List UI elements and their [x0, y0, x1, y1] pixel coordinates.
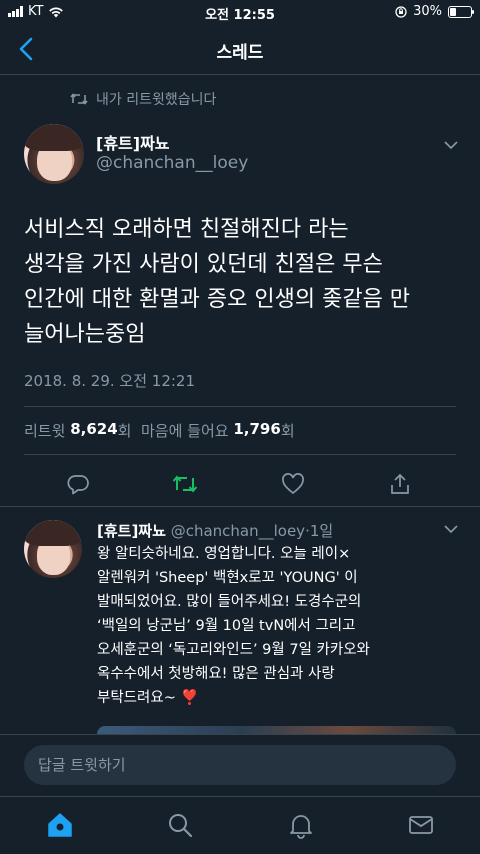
battery-icon — [448, 5, 474, 18]
retweet-icon — [172, 475, 198, 493]
notifications-icon[interactable] — [287, 811, 315, 839]
reply-text: 왕 알티슷하네요. 영업합니다. 오늘 레이× 알렌워커 'Sheep' 백현x… — [97, 542, 460, 710]
reply-text-line: 왕 알티슷하네요. 영업합니다. 오늘 레이× — [97, 546, 351, 562]
tweet-text: 서비스직 오래하면 친절해진다 라는 생각을 가진 사람이 있던데 친절은 무슨… — [24, 212, 460, 352]
reply-text-line: ‘백일의 낭군님’ 9월 10일 tvN에서 그리고 — [97, 618, 356, 634]
tab-bar — [0, 796, 480, 854]
reply-avatar[interactable] — [24, 520, 82, 578]
status-bar: KT 오전 12:55 30% — [0, 0, 480, 24]
divider — [24, 406, 456, 407]
reply-text-line: 오세훈군의 ‘독고리와인드’ 9월 7일 카카오와 — [97, 642, 370, 658]
like-icon — [282, 473, 304, 495]
retweet-context[interactable]: 내가 리트윗했습니다 — [70, 89, 216, 109]
reply-text-line: 옥수수에서 첫방해요! 많은 관심과 사랑 — [97, 666, 335, 682]
tweet-stats[interactable]: 리트윗 8,624 회 마음에 들어요 1,796 회 — [24, 420, 295, 441]
messages-icon[interactable] — [407, 811, 435, 839]
reply-input[interactable]: 답글 트윗하기 — [24, 745, 456, 785]
tweet-actions — [0, 466, 480, 502]
reply-author-handle: @chanchan__loey — [170, 522, 306, 540]
likes-count: 1,796 — [233, 420, 281, 438]
tweet-text-line: 생각을 가진 사람이 있던데 친절은 무슨 — [24, 252, 383, 277]
status-right: 30% — [395, 4, 474, 19]
nav-bar: 스레드 — [0, 24, 480, 75]
page-title: 스레드 — [216, 43, 264, 63]
section-divider — [0, 506, 480, 507]
reply-header[interactable]: [휴트]짜뇨 @chanchan__loey·1일 — [97, 520, 333, 541]
reply-text-line: 알렌워커 'Sheep' 백현x로꼬 'YOUNG' 이 — [97, 570, 358, 586]
search-icon[interactable] — [166, 811, 194, 839]
orientation-lock-icon — [395, 5, 407, 18]
likes-suffix: 회 — [280, 422, 295, 440]
battery-percent: 30% — [413, 4, 442, 19]
author-name[interactable]: [휴트]짜뇨 — [96, 130, 170, 154]
retweet-context-label: 내가 리트윗했습니다 — [96, 92, 217, 108]
retweets-suffix: 회 — [117, 422, 132, 440]
compose-bar: 답글 트윗하기 — [0, 734, 480, 797]
like-button[interactable] — [279, 470, 307, 498]
share-button[interactable] — [386, 470, 414, 498]
reply-button[interactable] — [64, 470, 92, 498]
reply-text-line: 발매되었어요. 많이 들어주세요! 도경수군의 — [97, 594, 362, 610]
author-handle[interactable]: @chanchan__loey — [96, 153, 248, 173]
home-icon[interactable] — [46, 811, 74, 839]
retweets-count: 8,624 — [70, 420, 118, 438]
reply-text-line: 부탁드려요~ ❣️ — [97, 690, 199, 706]
tweet-text-line: 인간에 대한 환멸과 증오 인생의 좆같음 만 — [24, 287, 411, 312]
tweet-text-line: 늘어나는중임 — [24, 322, 146, 347]
tweet-timestamp: 2018. 8. 29. 오전 12:21 — [24, 372, 196, 390]
share-icon — [391, 473, 409, 494]
retweet-button[interactable] — [171, 470, 199, 498]
retweet-icon — [70, 93, 88, 105]
divider — [24, 454, 456, 455]
reply-author-name: [휴트]짜뇨 — [97, 522, 166, 540]
likes-label: 마음에 들어요 — [141, 422, 229, 440]
avatar[interactable] — [24, 124, 84, 184]
chevron-down-icon[interactable] — [444, 140, 458, 150]
reply-icon — [67, 475, 89, 495]
reply-age: ·1일 — [305, 522, 334, 540]
chevron-down-icon[interactable] — [444, 524, 458, 534]
tweet-text-line: 서비스직 오래하면 친절해진다 라는 — [24, 217, 349, 242]
retweets-label: 리트윗 — [24, 422, 66, 440]
